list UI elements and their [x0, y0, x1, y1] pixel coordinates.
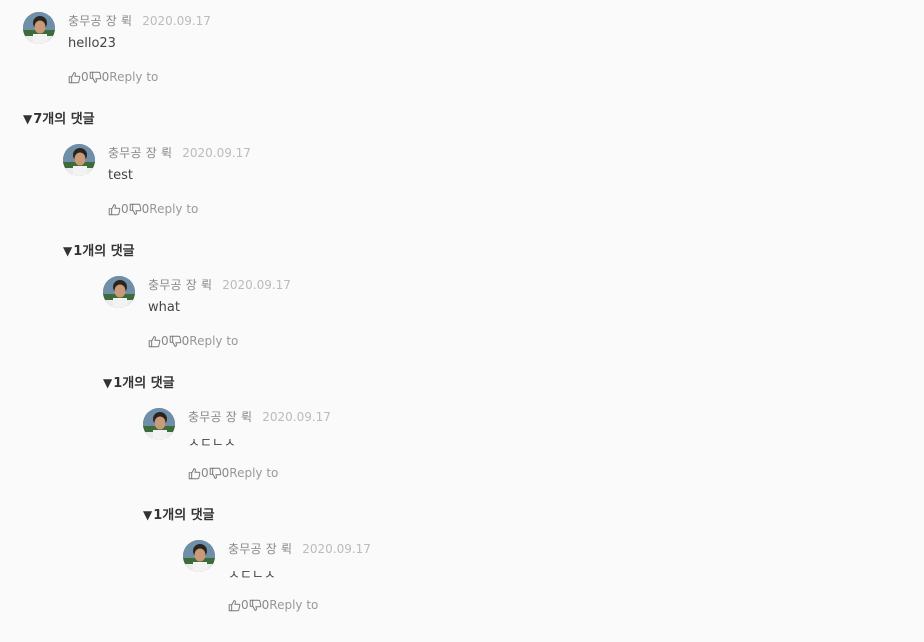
comment-date: 2020.09.17 [302, 542, 371, 556]
comment-date: 2020.09.17 [222, 278, 291, 292]
avatar[interactable] [183, 540, 215, 572]
triangle-down-icon: ▼ [143, 508, 153, 522]
triangle-down-icon: ▼ [103, 376, 113, 390]
comment-thread: 충무공 장 뤽 2020.09.17 hello23 0 0 Reply to … [0, 0, 924, 642]
like-count: 0 [81, 70, 89, 84]
replies-toggle[interactable]: ▼1개의 댓글 [143, 504, 215, 523]
comment-author: 충무공 장 뤽 [228, 542, 293, 556]
comment-author: 충무공 장 뤽 [188, 410, 253, 424]
comment-date: 2020.09.17 [142, 14, 211, 28]
reply-button[interactable]: Reply to [109, 70, 158, 84]
like-count: 0 [241, 598, 249, 612]
thumbs-up-icon[interactable] [228, 599, 241, 612]
comment-actions: 0 0 Reply to [108, 202, 251, 216]
thumbs-down-icon[interactable] [89, 71, 102, 84]
replies-toggle[interactable]: ▼1개의 댓글 [63, 240, 135, 259]
thumbs-up-icon[interactable] [68, 71, 81, 84]
like-count: 0 [121, 202, 129, 216]
avatar[interactable] [63, 144, 95, 176]
dislike-count: 0 [181, 334, 190, 348]
replies-toggle[interactable]: ▼1개의 댓글 [103, 372, 175, 391]
reply-button[interactable]: Reply to [229, 466, 278, 480]
comment-author: 충무공 장 뤽 [108, 146, 173, 160]
thumbs-up-icon[interactable] [188, 467, 201, 480]
thumbs-down-icon[interactable] [129, 203, 142, 216]
comment: 충무공 장 뤽 2020.09.17 test 0 0 Reply to [63, 144, 251, 216]
dislike-count: 0 [101, 70, 110, 84]
comment-actions: 0 0 Reply to [68, 70, 211, 84]
replies-count-label: 1개의 댓글 [73, 244, 135, 259]
triangle-down-icon: ▼ [63, 244, 73, 258]
comment-actions: 0 0 Reply to [188, 466, 331, 480]
dislike-count: 0 [261, 598, 270, 612]
dislike-count: 0 [221, 466, 230, 480]
comment-date: 2020.09.17 [182, 146, 251, 160]
comment: 충무공 장 뤽 2020.09.17 ㅅㄷㄴㅅ 0 0 Reply to [143, 408, 331, 480]
comment-date: 2020.09.17 [262, 410, 331, 424]
comment: 충무공 장 뤽 2020.09.17 what 0 0 Reply to [103, 276, 291, 348]
avatar[interactable] [23, 12, 55, 44]
comment-text: hello23 [68, 36, 116, 51]
dislike-count: 0 [141, 202, 150, 216]
replies-count-label: 1개의 댓글 [113, 376, 175, 391]
reply-button[interactable]: Reply to [189, 334, 238, 348]
comment-author: 충무공 장 뤽 [148, 278, 213, 292]
comment: 충무공 장 뤽 2020.09.17 ㅅㄷㄴㅅ 0 0 Reply to [183, 540, 371, 612]
replies-toggle[interactable]: ▼7개의 댓글 [23, 108, 95, 127]
replies-count-label: 1개의 댓글 [153, 508, 215, 523]
thumbs-down-icon[interactable] [169, 335, 182, 348]
thumbs-down-icon[interactable] [249, 599, 262, 612]
thumbs-up-icon[interactable] [148, 335, 161, 348]
replies-count-label: 7개의 댓글 [33, 112, 95, 127]
reply-button[interactable]: Reply to [269, 598, 318, 612]
comment-actions: 0 0 Reply to [228, 598, 371, 612]
comment-text: what [148, 300, 180, 315]
comment-text: ㅅㄷㄴㅅ [228, 568, 276, 583]
triangle-down-icon: ▼ [23, 112, 33, 126]
like-count: 0 [201, 466, 209, 480]
avatar[interactable] [103, 276, 135, 308]
comment-actions: 0 0 Reply to [148, 334, 291, 348]
comment: 충무공 장 뤽 2020.09.17 hello23 0 0 Reply to [23, 12, 211, 84]
avatar[interactable] [143, 408, 175, 440]
comment-text: ㅅㄷㄴㅅ [188, 436, 236, 451]
thumbs-up-icon[interactable] [108, 203, 121, 216]
comment-text: test [108, 168, 133, 183]
thumbs-down-icon[interactable] [209, 467, 222, 480]
comment-author: 충무공 장 뤽 [68, 14, 133, 28]
reply-button[interactable]: Reply to [149, 202, 198, 216]
like-count: 0 [161, 334, 169, 348]
